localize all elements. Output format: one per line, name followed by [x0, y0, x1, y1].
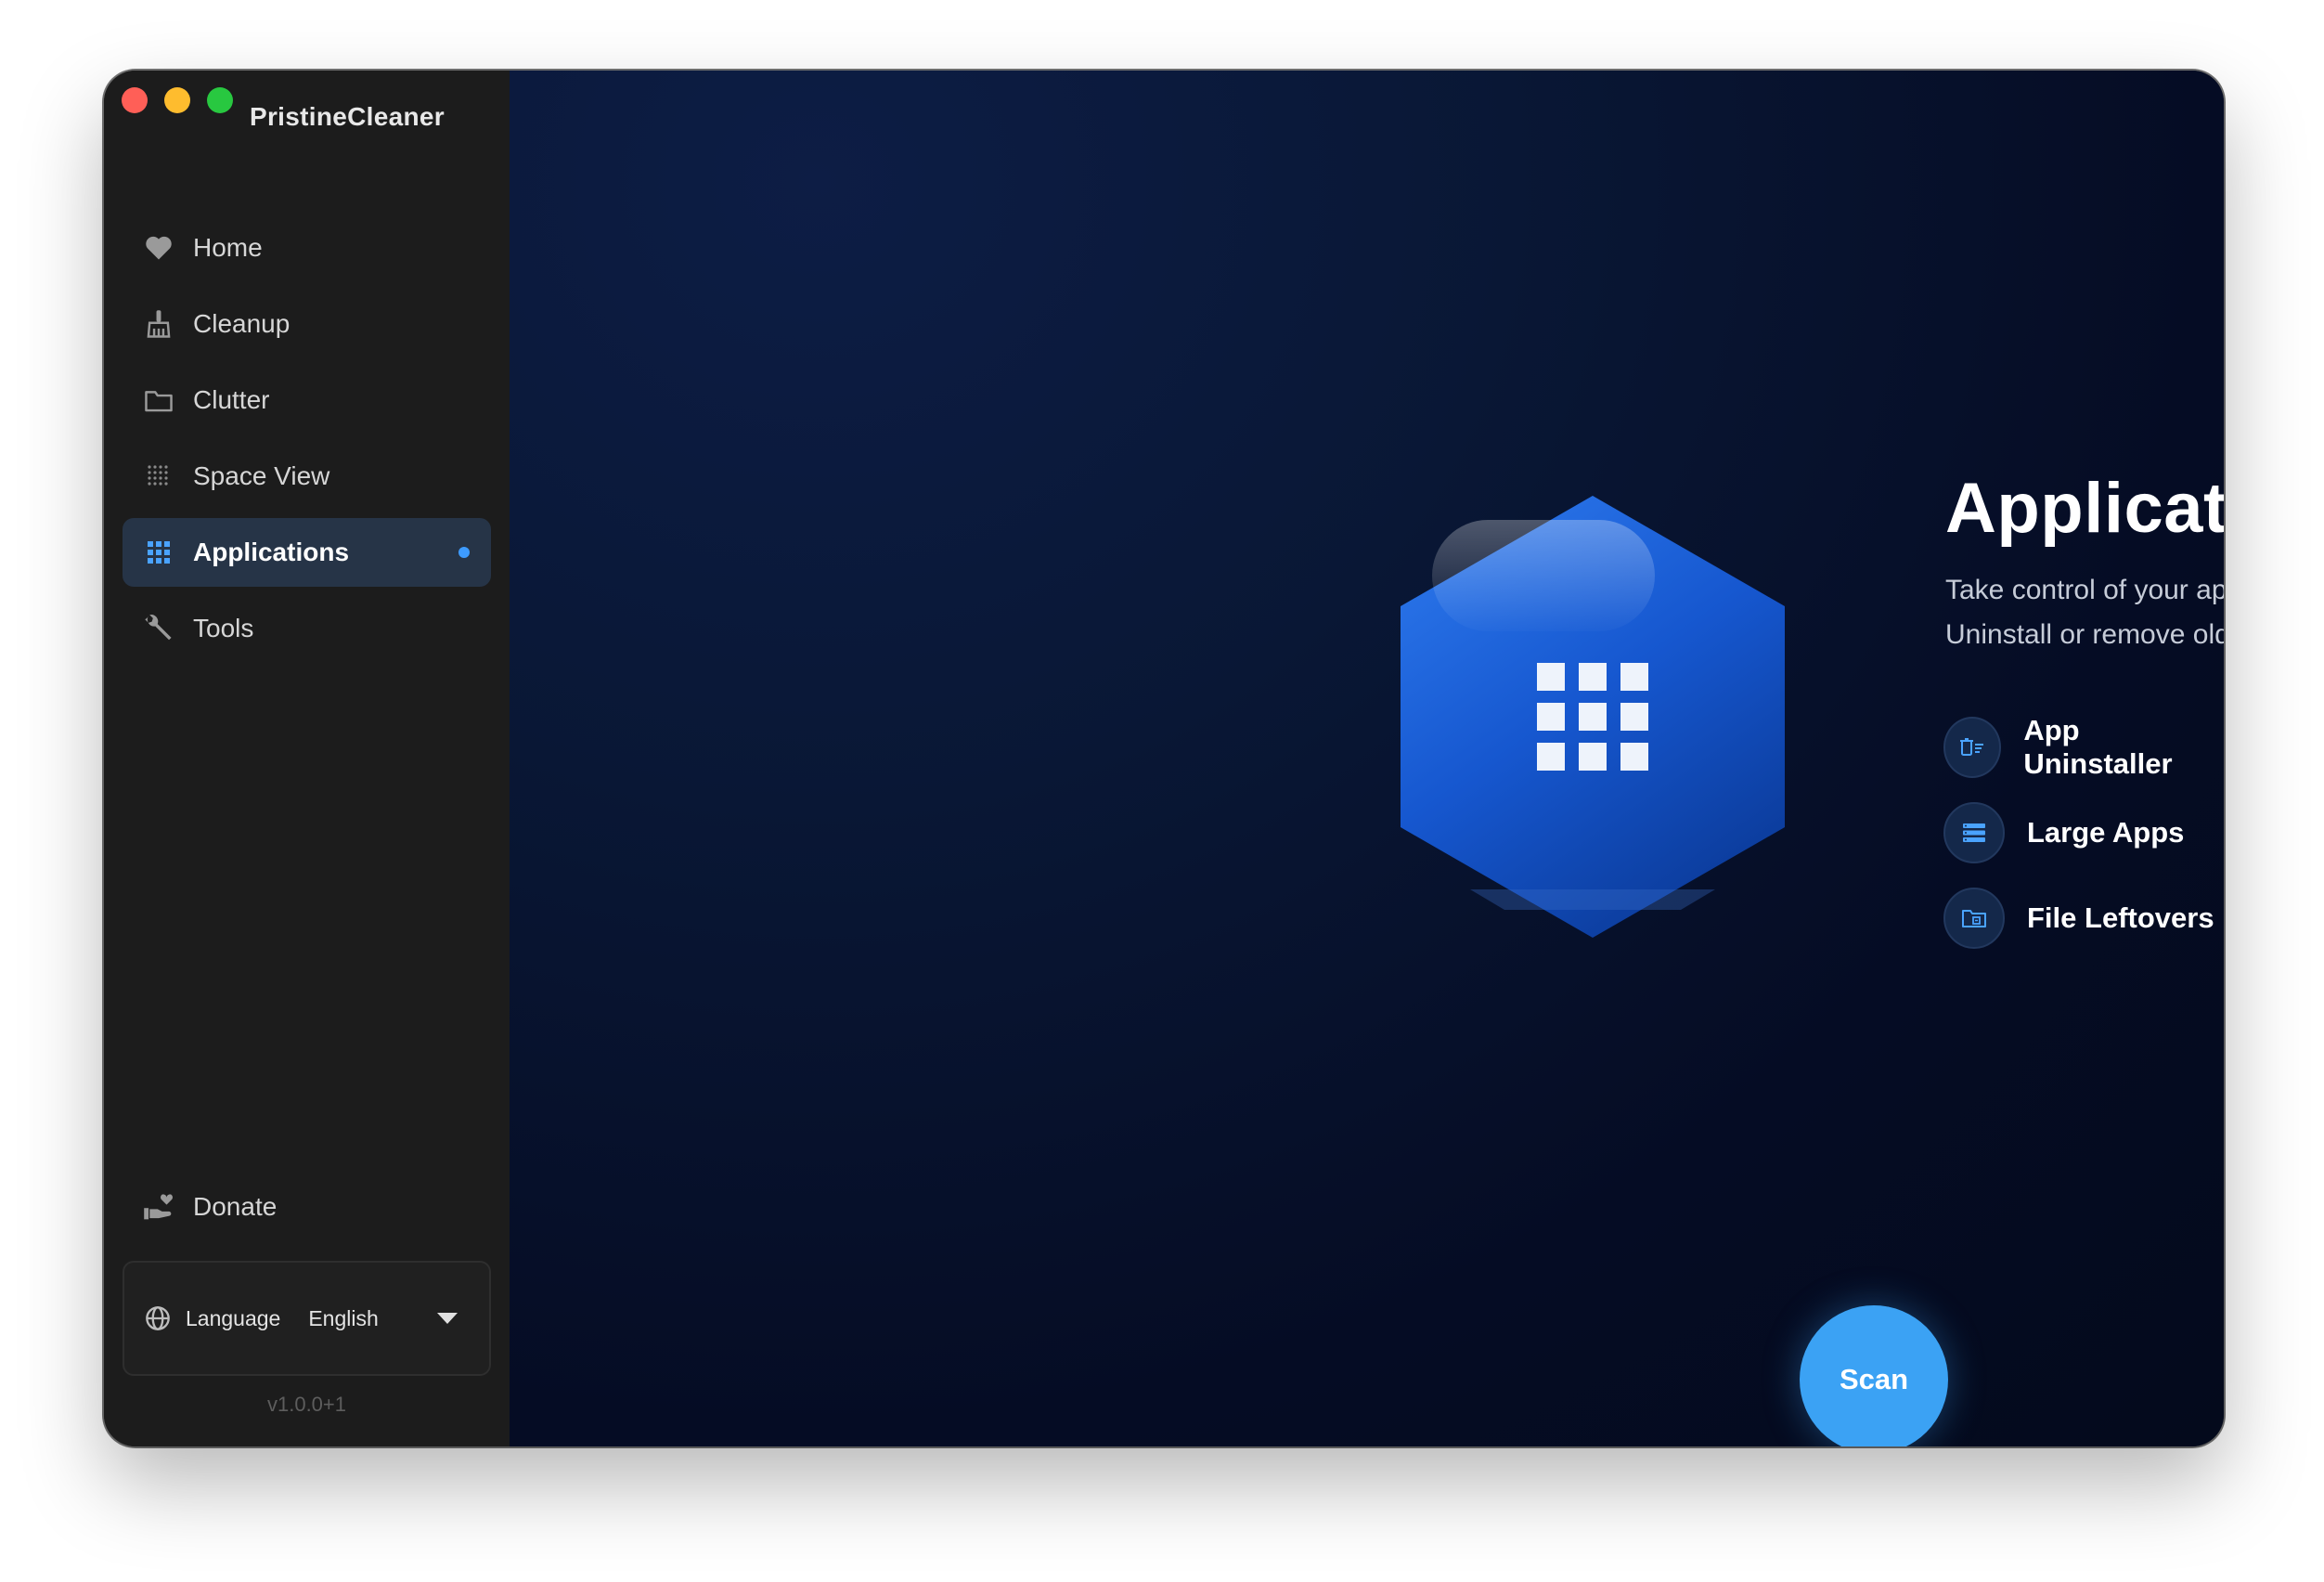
feature-large-apps: Large Apps: [1943, 790, 2224, 875]
minimize-window-button[interactable]: [164, 87, 190, 113]
app-title: PristineCleaner: [250, 102, 445, 131]
language-select[interactable]: Language English: [123, 1261, 491, 1376]
list-stack-icon: [1943, 802, 2005, 863]
donate-label: Donate: [193, 1192, 278, 1221]
sidebar-item-applications[interactable]: Applications: [123, 518, 491, 587]
language-value: English: [308, 1305, 379, 1330]
sidebar-item-label: Home: [193, 233, 263, 262]
sidebar-item-label: Applications: [193, 538, 350, 566]
wrench-icon: [143, 613, 174, 644]
active-indicator-dot: [458, 547, 470, 558]
uninstall-icon: [1943, 717, 2002, 778]
apps-grid-icon: [143, 537, 174, 568]
sidebar-item-donate[interactable]: Donate: [123, 1173, 491, 1241]
folder-icon: [143, 384, 174, 416]
sidebar-item-label: Tools: [193, 614, 254, 642]
subtitle-line: Take control of your applications.: [1945, 575, 2224, 605]
sidebar: PristineCleaner Home Cleanup Clutter Spa…: [104, 71, 511, 1446]
feature-label: Large Apps: [2027, 816, 2185, 849]
donate-hand-icon: [143, 1191, 174, 1223]
dot-grid-icon: [143, 460, 174, 492]
app-window: PristineCleaner Home Cleanup Clutter Spa…: [104, 71, 2224, 1446]
page-title: Applications: [1945, 469, 2224, 548]
feature-app-uninstaller: App Uninstaller: [1943, 705, 2224, 790]
scan-button[interactable]: Scan: [1800, 1305, 1948, 1446]
folder-file-icon: [1943, 888, 2005, 949]
sidebar-item-clutter[interactable]: Clutter: [123, 366, 491, 434]
subtitle-line: Uninstall or remove old leftovers.: [1945, 619, 2224, 650]
language-label: Language: [186, 1305, 281, 1330]
sidebar-item-cleanup[interactable]: Cleanup: [123, 290, 491, 358]
page-subtitle: Take control of your applications. Unins…: [1945, 568, 2224, 657]
zoom-window-button[interactable]: [207, 87, 233, 113]
close-window-button[interactable]: [122, 87, 148, 113]
heart-icon: [143, 232, 174, 264]
sidebar-item-space-view[interactable]: Space View: [123, 442, 491, 511]
sidebar-item-label: Cleanup: [193, 309, 290, 338]
sidebar-item-label: Clutter: [193, 385, 270, 414]
globe-icon: [145, 1304, 173, 1332]
feature-label: App Uninstaller: [2023, 714, 2173, 780]
feature-file-leftovers: File Leftovers: [1943, 875, 2224, 961]
sidebar-nav: Home Cleanup Clutter Space View Applicat…: [123, 214, 491, 670]
applications-hexagon-icon: [1401, 496, 1785, 938]
sidebar-item-tools[interactable]: Tools: [123, 594, 491, 663]
feature-list: App Uninstaller Large Apps File Leftover…: [1943, 705, 2224, 961]
window-controls: [122, 87, 233, 113]
sidebar-item-home[interactable]: Home: [123, 214, 491, 282]
main-content: Applications Take control of your applic…: [510, 71, 2224, 1446]
sidebar-item-label: Space View: [193, 461, 330, 490]
broom-icon: [143, 308, 174, 340]
feature-label: File Leftovers: [2027, 901, 2214, 934]
version-label: v1.0.0+1: [266, 1393, 346, 1416]
chevron-down-icon[interactable]: [437, 1313, 458, 1324]
